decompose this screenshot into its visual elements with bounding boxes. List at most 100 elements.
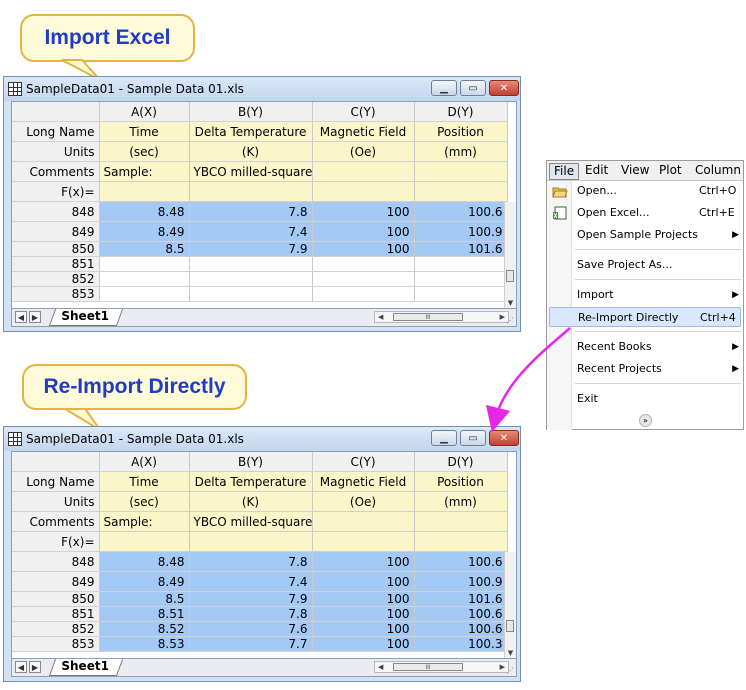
data-cell[interactable]: 100.9 [414, 571, 508, 592]
data-cell[interactable]: 8.49 [99, 221, 190, 242]
units-cell[interactable]: (K) [189, 491, 313, 512]
row-label-comments[interactable]: Comments [12, 511, 100, 532]
menu-item-exit[interactable]: Exit [547, 389, 743, 409]
data-cell[interactable]: 8.5 [99, 591, 190, 607]
close-button[interactable]: ✕ [489, 80, 519, 96]
comments-cell[interactable] [312, 161, 415, 182]
data-cell[interactable]: 100 [312, 591, 415, 607]
row-number[interactable]: 851 [12, 606, 100, 622]
horizontal-scroll-thumb[interactable]: III [393, 663, 463, 671]
data-cell[interactable]: 100.9 [414, 221, 508, 242]
menu-item-recent-books[interactable]: Recent Books ▶ [547, 337, 743, 357]
expand-menu-chevron-icon[interactable]: » [639, 414, 652, 427]
long-name-cell[interactable]: Delta Temperature [189, 471, 313, 492]
row-number[interactable]: 850 [12, 591, 100, 607]
row-number[interactable]: 851 [12, 256, 100, 272]
comments-cell[interactable] [414, 511, 508, 532]
fx-cell[interactable] [414, 531, 508, 552]
row-label-long-name[interactable]: Long Name [12, 471, 100, 492]
data-cell[interactable]: 7.8 [189, 606, 313, 622]
data-cell[interactable]: 100.6 [414, 621, 508, 637]
row-label-units[interactable]: Units [12, 491, 100, 512]
column-header[interactable]: C(Y) [312, 452, 415, 472]
menu-column[interactable]: Column [695, 163, 741, 178]
empty-cell[interactable] [189, 256, 313, 272]
data-cell[interactable]: 7.7 [189, 636, 313, 652]
data-cell[interactable]: 8.52 [99, 621, 190, 637]
data-cell[interactable]: 8.51 [99, 606, 190, 622]
empty-cell[interactable] [312, 286, 415, 302]
row-number[interactable]: 849 [12, 571, 100, 592]
restore-button[interactable]: ▭ [460, 430, 486, 446]
vertical-scrollbar[interactable]: ▼ [504, 202, 516, 308]
units-cell[interactable]: (sec) [99, 141, 190, 162]
row-number[interactable]: 848 [12, 551, 100, 572]
long-name-cell[interactable]: Time [99, 471, 190, 492]
row-number[interactable]: 853 [12, 636, 100, 652]
corner-cell[interactable] [12, 102, 100, 122]
tab-prev-button[interactable]: ◀ [15, 311, 27, 323]
data-cell[interactable]: 7.4 [189, 571, 313, 592]
data-cell[interactable]: 100.3 [414, 636, 508, 652]
menu-item-open[interactable]: Open... Ctrl+O [547, 181, 743, 201]
vertical-scrollbar[interactable]: ▼ [504, 552, 516, 658]
fx-cell[interactable] [99, 181, 190, 202]
horizontal-scrollbar[interactable]: ◀ III ▶ [374, 661, 509, 673]
close-button[interactable]: ✕ [489, 430, 519, 446]
tab-next-button[interactable]: ▶ [29, 661, 41, 673]
column-header[interactable]: C(Y) [312, 102, 415, 122]
menu-item-open-excel[interactable]: Open Excel... Ctrl+E [547, 203, 743, 223]
empty-cell[interactable] [189, 286, 313, 302]
resize-grip-icon[interactable]: ⋰ [506, 316, 514, 325]
data-cell[interactable]: 7.9 [189, 241, 313, 257]
data-cell[interactable]: 8.5 [99, 241, 190, 257]
row-number[interactable]: 852 [12, 621, 100, 637]
menu-item-open-sample-projects[interactable]: Open Sample Projects ▶ [547, 225, 743, 245]
row-number[interactable]: 848 [12, 201, 100, 222]
titlebar[interactable]: SampleData01 - Sample Data 01.xls ▁ ▭ ✕ [4, 427, 520, 451]
comments-cell[interactable] [312, 511, 415, 532]
minimize-button[interactable]: ▁ [431, 430, 457, 446]
fx-cell[interactable] [99, 531, 190, 552]
row-number[interactable]: 852 [12, 271, 100, 287]
column-header[interactable]: A(X) [99, 102, 190, 122]
fx-cell[interactable] [189, 181, 313, 202]
corner-cell[interactable] [12, 452, 100, 472]
empty-cell[interactable] [414, 271, 508, 287]
menu-view[interactable]: View [621, 163, 649, 178]
data-cell[interactable]: 100 [312, 201, 415, 222]
column-header[interactable]: D(Y) [414, 102, 508, 122]
fx-cell[interactable] [189, 531, 313, 552]
column-header[interactable]: B(Y) [189, 102, 313, 122]
comments-cell[interactable]: YBCO milled-square [189, 511, 313, 532]
menu-item-recent-projects[interactable]: Recent Projects ▶ [547, 359, 743, 379]
menu-item-import[interactable]: Import ▶ [547, 285, 743, 305]
long-name-cell[interactable]: Magnetic Field [312, 471, 415, 492]
resize-grip-icon[interactable]: ⋰ [506, 666, 514, 675]
menu-plot[interactable]: Plot [659, 163, 682, 178]
column-header[interactable]: B(Y) [189, 452, 313, 472]
data-cell[interactable]: 100 [312, 241, 415, 257]
data-cell[interactable]: 8.53 [99, 636, 190, 652]
menu-item-save-project-as[interactable]: Save Project As... [547, 255, 743, 275]
data-cell[interactable]: 7.6 [189, 621, 313, 637]
data-cell[interactable]: 100.6 [414, 551, 508, 572]
scroll-left-icon[interactable]: ◀ [378, 312, 383, 322]
row-number[interactable]: 850 [12, 241, 100, 257]
scroll-right-icon[interactable]: ▶ [500, 662, 505, 672]
empty-cell[interactable] [99, 256, 190, 272]
titlebar[interactable]: SampleData01 - Sample Data 01.xls ▁ ▭ ✕ [4, 77, 520, 101]
data-cell[interactable]: 8.48 [99, 201, 190, 222]
long-name-cell[interactable]: Delta Temperature [189, 121, 313, 142]
data-cell[interactable]: 100 [312, 221, 415, 242]
horizontal-scroll-thumb[interactable]: III [393, 313, 463, 321]
long-name-cell[interactable]: Time [99, 121, 190, 142]
minimize-button[interactable]: ▁ [431, 80, 457, 96]
empty-cell[interactable] [414, 256, 508, 272]
units-cell[interactable]: (Oe) [312, 141, 415, 162]
data-cell[interactable]: 100.6 [414, 201, 508, 222]
data-cell[interactable]: 101.6 [414, 591, 508, 607]
row-label-fx[interactable]: F(x)= [12, 531, 100, 552]
worksheet-grid[interactable]: A(X) B(Y) C(Y) D(Y) Long Name Time Delta… [11, 451, 517, 659]
empty-cell[interactable] [189, 271, 313, 287]
